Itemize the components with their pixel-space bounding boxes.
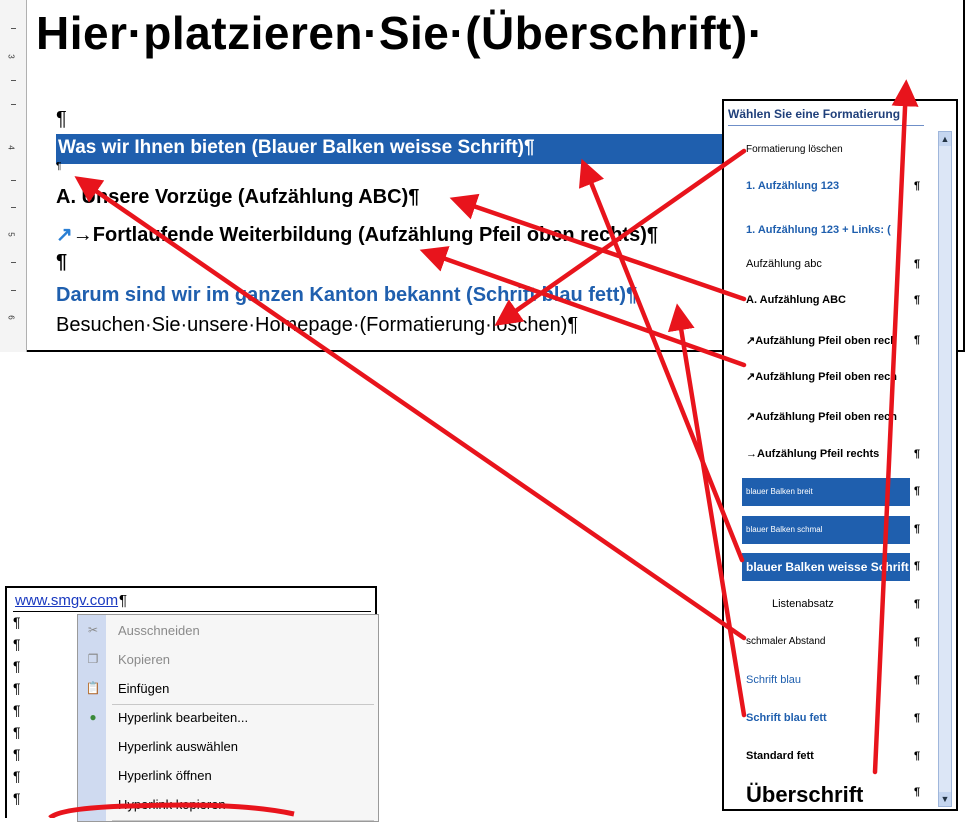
annotation-arrow <box>667 303 747 718</box>
annotation-arrow <box>449 193 747 302</box>
annotation-overlay <box>48 79 919 818</box>
annotation-arrow <box>74 176 747 641</box>
annotation-arrow <box>578 158 745 563</box>
highlight-ellipse <box>48 802 295 818</box>
annotation-arrow <box>419 246 747 368</box>
annotation-arrow <box>872 79 919 775</box>
annotation-arrow <box>494 148 747 326</box>
menu-separator <box>112 820 374 821</box>
